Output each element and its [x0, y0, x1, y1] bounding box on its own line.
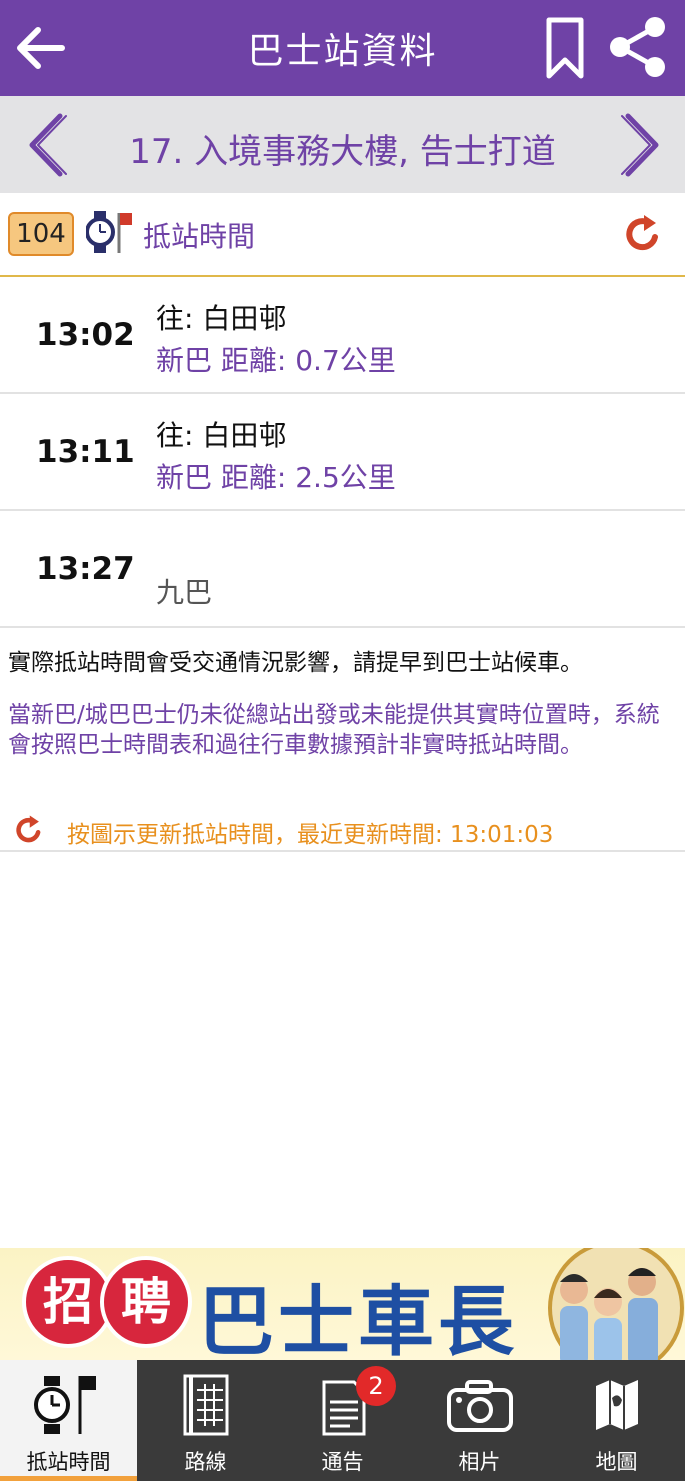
eta-row[interactable]: 13:11 往: 白田邨 新巴 距離: 2.5公里 [0, 394, 685, 511]
timetable-icon [183, 1374, 229, 1436]
map-icon [596, 1380, 638, 1430]
eta-operator: 九巴 [156, 576, 213, 609]
nav-label: 抵站時間 [26, 1450, 111, 1474]
bottom-navigation: 抵站時間 路線 2 通告 相片 地圖 [0, 1360, 685, 1481]
nav-label: 通告 [321, 1450, 364, 1474]
eta-time: 13:27 [36, 551, 135, 587]
stop-name: 17. 入境事務大樓, 告士打道 [129, 132, 556, 172]
route-number-badge[interactable]: 104 [8, 212, 74, 256]
eta-destination: 往: 白田邨 [156, 419, 287, 452]
nav-label: 路線 [184, 1450, 227, 1474]
eta-section-title: 抵站時間 [143, 220, 256, 253]
eta-row[interactable]: 13:27 九巴 [0, 511, 685, 628]
recruitment-banner[interactable]: 招 聘 巴士車長 [0, 1248, 685, 1360]
nav-tab-eta[interactable]: 抵站時間 [0, 1360, 137, 1481]
update-row[interactable]: 按圖示更新抵站時間，最近更新時間: 13:01:03 [0, 806, 685, 852]
eta-destination: 往: 白田邨 [156, 302, 287, 335]
eta-distance-info: 新巴 距離: 0.7公里 [156, 344, 396, 377]
notification-badge: 2 [356, 1366, 396, 1406]
stop-navigation-bar: 17. 入境事務大樓, 告士打道 [0, 96, 685, 193]
nav-tab-photos[interactable]: 相片 [411, 1360, 548, 1481]
refresh-icon[interactable] [622, 213, 664, 255]
eta-row[interactable]: 13:02 往: 白田邨 新巴 距離: 0.7公里 [0, 277, 685, 394]
staff-photo-icon [548, 1248, 684, 1360]
last-updated-text: 按圖示更新抵站時間，最近更新時間: 13:01:03 [67, 822, 554, 848]
watch-flag-icon [86, 211, 132, 253]
schedule-note: 當新巴/城巴巴士仍未從總站出發或未能提供其實時位置時，系統會按照巴士時間表和過往… [8, 702, 660, 758]
chevron-left-icon[interactable] [20, 110, 72, 180]
eta-time: 13:02 [36, 317, 135, 353]
chevron-right-icon[interactable] [616, 110, 668, 180]
traffic-note: 實際抵站時間會受交通情況影響，請提早到巴士站候車。 [8, 650, 583, 676]
share-icon[interactable] [606, 14, 670, 80]
nav-tab-notices[interactable]: 2 通告 [274, 1360, 411, 1481]
banner-char: 聘 [100, 1256, 192, 1348]
nav-label: 相片 [458, 1450, 501, 1474]
banner-headline: 巴士車長 [198, 1277, 518, 1360]
eta-time: 13:11 [36, 434, 135, 470]
nav-tab-map[interactable]: 地圖 [548, 1360, 685, 1481]
nav-label: 地圖 [595, 1450, 638, 1474]
watch-flag-icon [34, 1376, 96, 1434]
route-header: 104 抵站時間 [0, 193, 685, 277]
refresh-icon[interactable] [13, 814, 45, 846]
bookmark-icon[interactable] [544, 16, 586, 82]
eta-distance-info: 新巴 距離: 2.5公里 [156, 461, 396, 494]
camera-icon [447, 1380, 513, 1432]
app-bar: 巴士站資料 [0, 0, 685, 96]
nav-tab-routes[interactable]: 路線 [137, 1360, 274, 1481]
